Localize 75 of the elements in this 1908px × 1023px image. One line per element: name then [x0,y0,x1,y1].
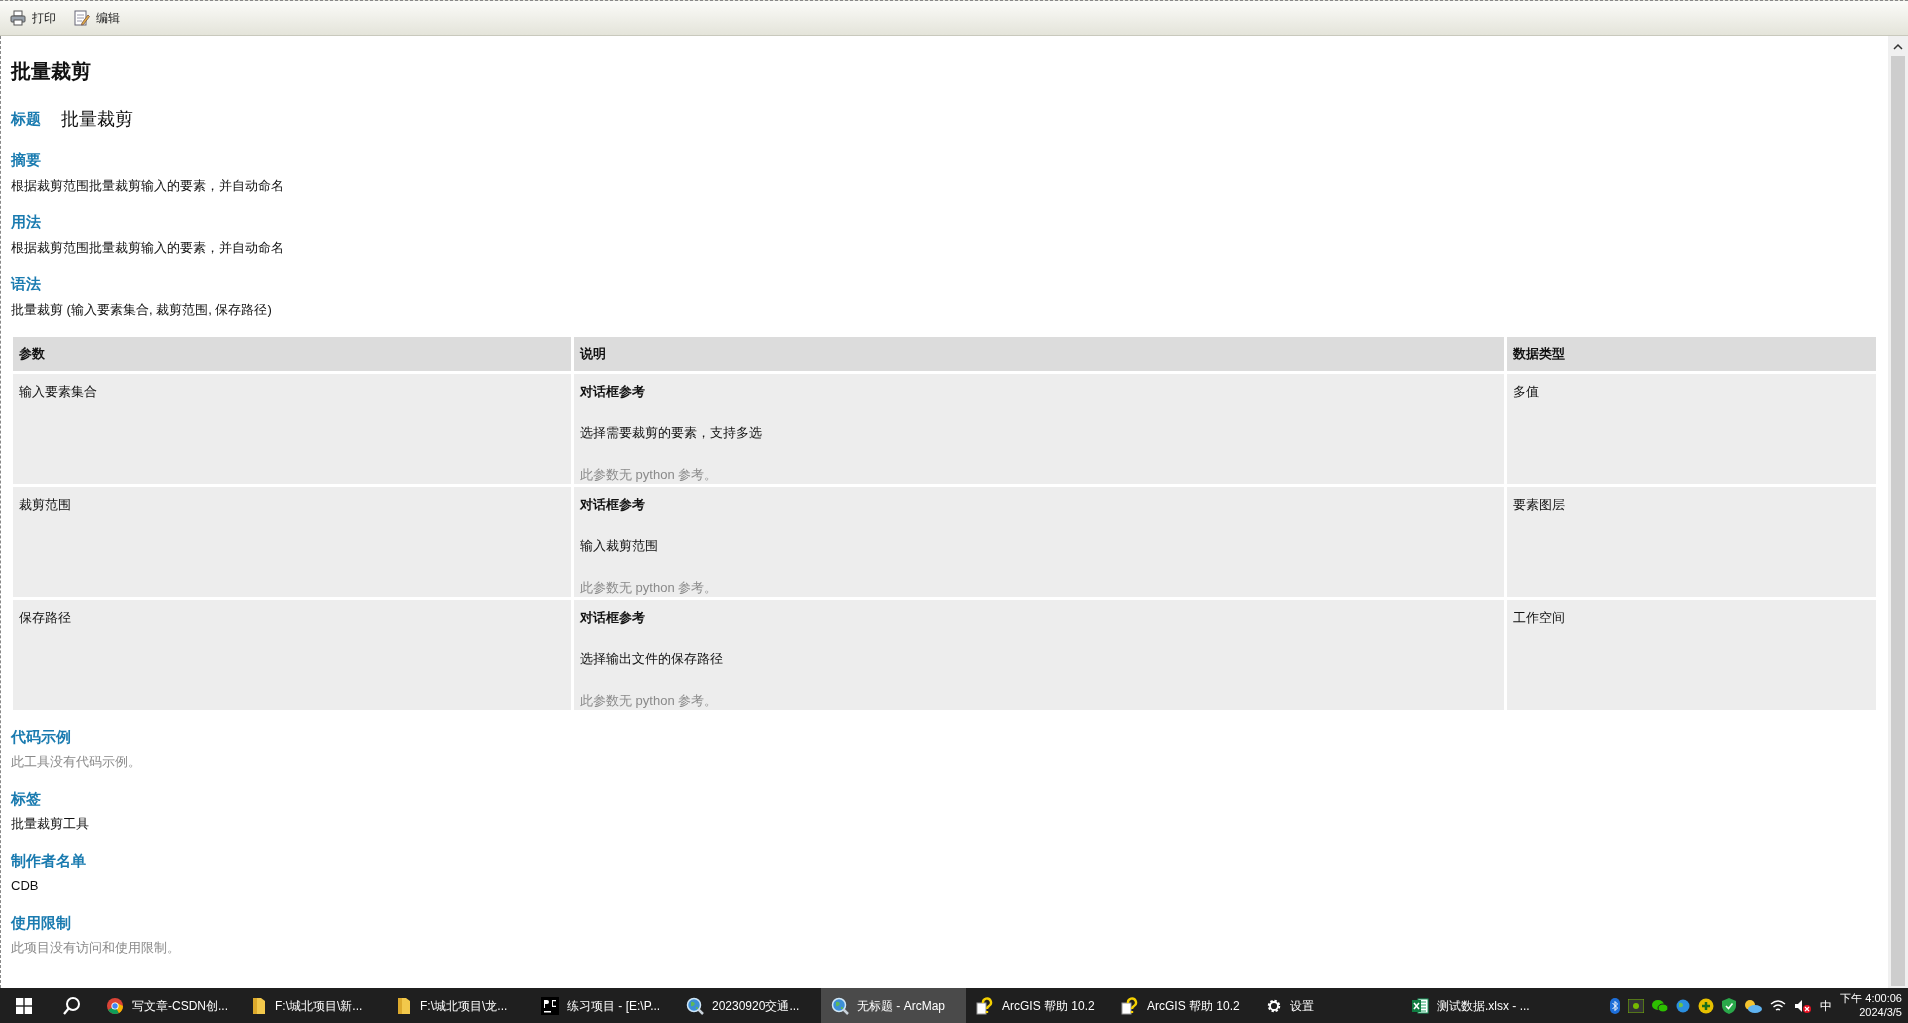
pycharm-icon [541,996,559,1015]
column-header: 说明 [574,337,1504,371]
section-heading: 制作者名单 [11,850,87,871]
chrome-icon [106,996,124,1015]
reference-label: 对话框参考 [580,382,646,401]
title-label: 标题 [11,109,41,130]
table-cell: 要素图层 [1507,486,1876,597]
parameter-description: 选择需要裁剪的要素，支持多选 [580,424,763,442]
section-text: CDB [11,877,40,895]
section-heading: 语法 [11,274,42,294]
globe-icon[interactable] [1676,998,1691,1013]
table-cell: 多值 [1507,373,1876,484]
section-heading: 代码示例 [11,726,72,747]
table-cell: 输入要素集合 [13,373,571,484]
taskbar-button[interactable]: F:\城北项目\新... [241,988,386,1023]
section-heading: 用法 [11,212,42,232]
taskbar-button[interactable]: 设置 [1256,988,1401,1023]
section-heading: 使用限制 [11,912,72,933]
parameter-note: 此参数无 python 参考。 [580,465,719,484]
table-cell: 裁剪范围 [13,486,571,597]
cloud-icon[interactable] [1744,998,1763,1013]
column-header: 参数 [13,337,571,371]
section-text: 批量裁剪 (输入要素集合, 裁剪范围, 保存路径) [11,300,273,319]
muted-speaker-icon[interactable] [1794,998,1813,1013]
parameter-description: 输入裁剪范围 [580,537,659,555]
section-text: 批量裁剪工具 [11,815,90,833]
column-header: 数据类型 [1507,337,1876,371]
taskbar-button[interactable]: 写文章-CSDN创... [96,988,241,1023]
taskbar-button[interactable]: 20230920交通... [676,988,821,1023]
clock-date: 2024/3/5 [1858,1005,1902,1019]
parameter-note: 此参数无 python 参考。 [580,691,719,710]
section-heading: 摘要 [11,150,42,170]
scroll-up-icon[interactable] [1892,42,1904,52]
edit-icon [74,10,90,26]
globe-icon [831,996,849,1015]
section-text: 此工具没有代码示例。 [11,753,142,771]
taskbar-button[interactable]: 测试数据.xlsx - ... [1401,988,1546,1023]
plus-icon[interactable] [1698,997,1715,1014]
parameter-note: 此参数无 python 参考。 [580,578,719,597]
bluetooth-icon[interactable] [1610,997,1621,1014]
taskbar-button[interactable]: F:\城北项目\龙... [386,988,531,1023]
settings-icon [1266,997,1282,1014]
taskbar-button[interactable]: 练习项目 - [E:\P... [531,988,676,1023]
search-icon[interactable] [62,995,82,1016]
help-icon [1121,996,1139,1015]
page-title: 批量裁剪 [11,59,92,84]
start-icon[interactable] [16,997,32,1014]
shield-icon[interactable] [1722,997,1737,1014]
table-cell: 工作空间 [1507,599,1876,710]
clock-time: 下午 4:00:06 [1840,992,1902,1006]
table-cell: 保存路径 [13,599,571,710]
input-method-indicator[interactable]: 中 [1820,996,1833,1015]
print-icon [10,10,26,26]
help-icon [976,996,994,1015]
spreadsheet-icon [1411,996,1429,1015]
toolbar-button[interactable]: 打印 [8,7,58,29]
section-text: 根据裁剪范围批量裁剪输入的要素，并自动命名 [11,238,285,257]
globe-icon [686,996,704,1015]
folder-icon [251,996,267,1015]
taskbar-button[interactable]: 无标题 - ArcMap [821,988,966,1023]
section-heading: 标签 [11,788,42,809]
reference-label: 对话框参考 [580,608,646,627]
toolbar-button[interactable]: 编辑 [72,7,122,29]
parameter-description: 选择输出文件的保存路径 [580,650,724,668]
taskbar-button[interactable]: ArcGIS 帮助 10.2 [966,988,1111,1023]
section-text: 此项目没有访问和使用限制。 [11,939,181,957]
scrollbar-thumb[interactable] [1891,56,1905,986]
wifi-icon[interactable] [1770,998,1787,1013]
chat-icon[interactable] [1652,998,1669,1013]
reference-label: 对话框参考 [580,495,646,514]
taskbar-button[interactable]: ArcGIS 帮助 10.2 [1111,988,1256,1023]
title-value: 批量裁剪 [61,108,133,131]
chip-icon[interactable] [1628,998,1645,1013]
folder-icon [396,996,412,1015]
section-text: 根据裁剪范围批量裁剪输入的要素，并自动命名 [11,176,285,195]
